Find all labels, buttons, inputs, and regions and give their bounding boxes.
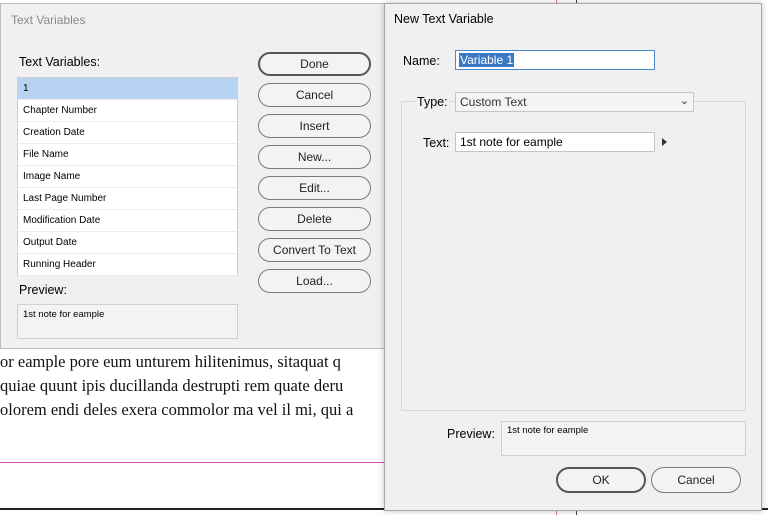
variable-list-item[interactable]: Creation Date [18, 122, 237, 144]
preview-label: Preview: [447, 427, 495, 441]
ok-button[interactable]: OK [556, 467, 646, 493]
name-label: Name: [403, 54, 440, 68]
edit-button[interactable]: Edit... [258, 176, 371, 200]
type-label: Type: [415, 95, 450, 109]
variable-list-item[interactable]: Chapter Number [18, 100, 237, 122]
document-text-line: or eample pore eum unturem hilitenimus, … [0, 352, 341, 371]
text-label: Text: [423, 136, 450, 150]
text-input[interactable]: 1st note for eample [455, 132, 655, 152]
variables-list-label: Text Variables: [19, 55, 101, 69]
new-text-variable-dialog: New Text Variable Name: Variable 1 Type:… [384, 3, 762, 511]
special-characters-menu-icon[interactable] [662, 138, 667, 146]
load-button[interactable]: Load... [258, 269, 371, 293]
cancel-button[interactable]: Cancel [651, 467, 741, 493]
name-input[interactable]: Variable 1 [455, 50, 655, 70]
preview-box: 1st note for eample [17, 304, 238, 339]
variable-list-item[interactable]: Running Header [18, 254, 237, 276]
convert-to-text-button[interactable]: Convert To Text [258, 238, 371, 262]
variable-list-item[interactable]: File Name [18, 144, 237, 166]
type-select[interactable]: Custom Text ⌄ [455, 92, 694, 112]
type-select-value: Custom Text [460, 95, 527, 109]
preview-label: Preview: [19, 283, 67, 297]
variable-list-item[interactable]: 1 [18, 78, 237, 100]
variables-list[interactable]: 1 Chapter Number Creation Date File Name… [17, 77, 238, 276]
dialog-title: New Text Variable [394, 12, 494, 26]
document-body-text: or eample pore eum unturem hilitenimus, … [0, 350, 400, 422]
document-text-line: quiae quunt ipis ducillanda destrupti re… [0, 376, 344, 395]
dialog-title: Text Variables [11, 13, 86, 27]
preview-box: 1st note for eample [501, 421, 746, 456]
variable-list-item[interactable]: Last Page Number [18, 188, 237, 210]
cancel-button[interactable]: Cancel [258, 83, 371, 107]
new-button[interactable]: New... [258, 145, 371, 169]
variable-list-item[interactable]: Modification Date [18, 210, 237, 232]
document-text-line: olorem endi deles exera commolor ma vel … [0, 400, 354, 419]
delete-button[interactable]: Delete [258, 207, 371, 231]
insert-button[interactable]: Insert [258, 114, 371, 138]
chevron-down-icon: ⌄ [679, 95, 689, 107]
variable-list-item[interactable]: Image Name [18, 166, 237, 188]
margin-guide [0, 462, 384, 463]
done-button[interactable]: Done [258, 52, 371, 76]
text-variables-dialog: Text Variables Text Variables: 1 Chapter… [0, 3, 386, 349]
variable-list-item[interactable]: Output Date [18, 232, 237, 254]
name-input-value: Variable 1 [459, 53, 515, 67]
